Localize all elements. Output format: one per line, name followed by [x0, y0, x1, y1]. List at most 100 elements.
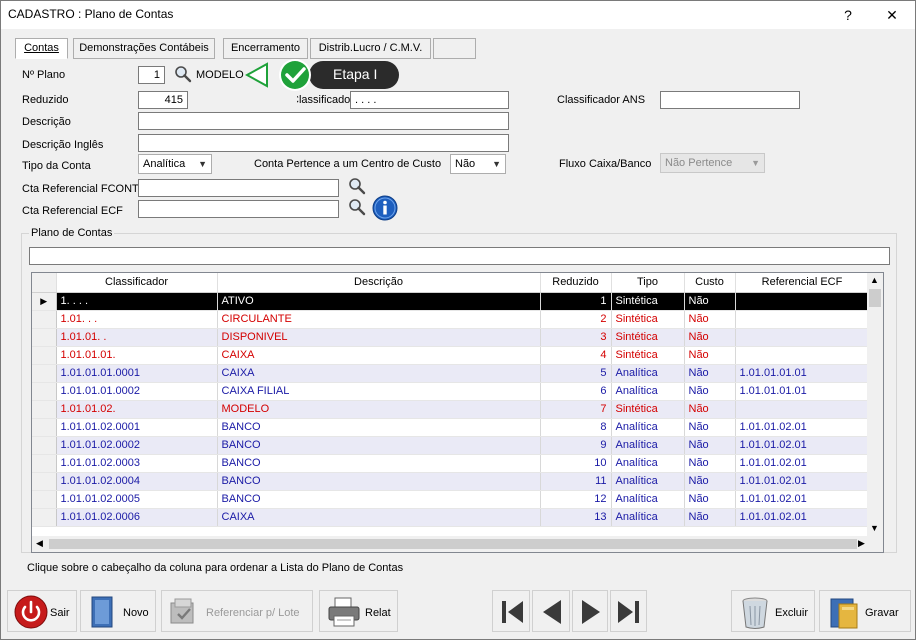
table-row[interactable]: 1.01.01.02.0003 BANCO 10 Analítica Não 1.01.0…: [32, 454, 870, 473]
tab-contas[interactable]: Contas: [15, 38, 68, 59]
plano-input[interactable]: 1: [138, 66, 165, 84]
gravar-button[interactable]: Gravar: [819, 590, 911, 632]
scroll-up-icon[interactable]: ▲: [870, 275, 879, 285]
previous-record-button[interactable]: [532, 590, 570, 632]
table-row[interactable]: 1.01.01.02.0004 BANCO 11 Analítica Não 1.01.0…: [32, 472, 870, 491]
help-button[interactable]: ?: [833, 4, 863, 26]
descricao-ingles-input[interactable]: [138, 134, 509, 152]
cell-classificador: 1.01.01.01.0002: [56, 382, 218, 401]
cell-reduzido: 6: [540, 382, 612, 401]
table-row[interactable]: 1.01. . . CIRCULANTE 2 Sintética Não: [32, 310, 870, 329]
tab-contas-label: Contas: [24, 42, 59, 54]
tab-encerramento[interactable]: Encerramento: [223, 38, 308, 59]
cell-tipo: Analítica: [611, 454, 685, 473]
relat-button[interactable]: Relat: [319, 590, 398, 632]
row-indicator[interactable]: [32, 382, 57, 401]
table-row[interactable]: 1.01.01.01. CAIXA 4 Sintética Não: [32, 346, 870, 365]
tab-empty[interactable]: [433, 38, 476, 59]
row-indicator[interactable]: [32, 400, 57, 419]
table-row[interactable]: ▶ 1. . . . ATIVO 1 Sintética Não: [32, 292, 870, 311]
row-indicator[interactable]: ▶: [32, 292, 57, 311]
scroll-down-icon[interactable]: ▼: [870, 523, 879, 533]
cell-referencial-ecf: 1.01.01.02.01: [735, 472, 870, 491]
scroll-right-icon[interactable]: ▶: [858, 538, 865, 549]
fluxo-label: Fluxo Caixa/Banco: [559, 158, 652, 170]
classificador-input[interactable]: . . . .: [350, 91, 509, 109]
ecf-input[interactable]: [138, 200, 339, 218]
excluir-button[interactable]: Excluir: [731, 590, 815, 632]
reduzido-input[interactable]: 415: [138, 91, 188, 109]
last-icon: [614, 597, 644, 630]
column-header-classificador[interactable]: Classificador: [56, 273, 218, 293]
info-icon[interactable]: [372, 195, 398, 221]
row-indicator[interactable]: [32, 490, 57, 509]
row-indicator[interactable]: [32, 454, 57, 473]
column-header-reduzido[interactable]: Reduzido: [540, 273, 612, 293]
row-indicator[interactable]: [32, 418, 57, 437]
table-row[interactable]: 1.01.01.02.0001 BANCO 8 Analítica Não 1.01.01…: [32, 418, 870, 437]
row-indicator[interactable]: [32, 310, 57, 329]
table-row[interactable]: 1.01.01.02. MODELO 7 Sintética Não: [32, 400, 870, 419]
close-button[interactable]: ✕: [877, 4, 907, 26]
column-header-descricao[interactable]: Descrição: [217, 273, 541, 293]
accounts-grid[interactable]: Classificador Descrição Reduzido Tipo Cu…: [31, 272, 884, 553]
vertical-scrollbar[interactable]: ▲ ▼: [867, 273, 883, 537]
cell-classificador: 1.01.01.02.: [56, 400, 218, 419]
column-header-referencial-ecf[interactable]: Referencial ECF: [735, 273, 870, 293]
cell-referencial-ecf: 1.01.01.01.01: [735, 382, 870, 401]
plano-search-icon[interactable]: [173, 65, 193, 83]
scroll-left-icon[interactable]: ◀: [36, 538, 43, 549]
row-indicator[interactable]: [32, 436, 57, 455]
cell-tipo: Sintética: [611, 310, 685, 329]
tab-distrib-lucro[interactable]: Distrib.Lucro / C.M.V.: [310, 38, 431, 59]
first-record-button[interactable]: [492, 590, 530, 632]
table-row[interactable]: 1.01.01.02.0006 CAIXA 13 Analítica Não 1.01.0…: [32, 508, 870, 527]
table-row[interactable]: 1.01.01.01.0001 CAIXA 5 Analítica Não 1.01.01…: [32, 364, 870, 383]
classificador-ans-input[interactable]: [660, 91, 800, 109]
centro-custo-select-value: Não: [455, 158, 476, 170]
novo-button[interactable]: Novo: [80, 590, 156, 632]
cell-tipo: Analítica: [611, 490, 685, 509]
row-indicator[interactable]: [32, 508, 57, 527]
cell-reduzido: 7: [540, 400, 612, 419]
column-header-custo[interactable]: Custo: [684, 273, 736, 293]
column-header-tipo[interactable]: Tipo: [611, 273, 685, 293]
cell-reduzido: 1: [540, 292, 612, 311]
sair-button[interactable]: Sair: [7, 590, 77, 632]
cell-descricao: MODELO: [217, 400, 541, 419]
row-indicator[interactable]: [32, 364, 57, 383]
ecf-search-icon[interactable]: [347, 198, 367, 216]
cell-reduzido: 13: [540, 508, 612, 527]
fluxo-select: Não Pertence ▼: [660, 153, 765, 173]
tipo-select-value: Analítica: [143, 158, 186, 170]
horizontal-scrollbar[interactable]: ◀ ▶: [32, 536, 883, 552]
row-indicator[interactable]: [32, 472, 57, 491]
referenciar-button[interactable]: Referenciar p/ Lote: [161, 590, 313, 632]
table-row[interactable]: 1.01.01. . DISPONIVEL 3 Sintética Não: [32, 328, 870, 347]
fcont-input[interactable]: [138, 179, 339, 197]
horizontal-scroll-thumb[interactable]: [49, 539, 857, 549]
fcont-search-icon[interactable]: [347, 177, 367, 195]
last-record-button[interactable]: [610, 590, 647, 632]
row-indicator[interactable]: [32, 346, 57, 365]
row-indicator[interactable]: [32, 328, 57, 347]
table-row[interactable]: 1.01.01.02.0002 BANCO 9 Analítica Não 1.01.01…: [32, 436, 870, 455]
window-title: CADASTRO : Plano de Contas: [8, 7, 174, 21]
vertical-scroll-thumb[interactable]: [869, 289, 881, 307]
tipo-label: Tipo da Conta: [22, 160, 91, 172]
centro-custo-select[interactable]: Não ▼: [450, 154, 506, 174]
new-document-icon: [89, 595, 117, 632]
filter-input[interactable]: [29, 247, 890, 265]
table-row[interactable]: 1.01.01.02.0005 BANCO 12 Analítica Não 1.01.0…: [32, 490, 870, 509]
cell-descricao: BANCO: [217, 454, 541, 473]
tab-demonstracoes[interactable]: Demonstrações Contábeis: [73, 38, 215, 59]
callout-shape: [244, 59, 399, 91]
next-record-button[interactable]: [572, 590, 608, 632]
save-folder-icon: [829, 595, 861, 632]
descricao-input[interactable]: [138, 112, 509, 130]
tipo-select[interactable]: Analítica ▼: [138, 154, 212, 174]
cell-tipo: Analítica: [611, 364, 685, 383]
cell-descricao: BANCO: [217, 418, 541, 437]
chevron-down-icon: ▼: [198, 159, 207, 169]
table-row[interactable]: 1.01.01.01.0002 CAIXA FILIAL 6 Analítica Não…: [32, 382, 870, 401]
